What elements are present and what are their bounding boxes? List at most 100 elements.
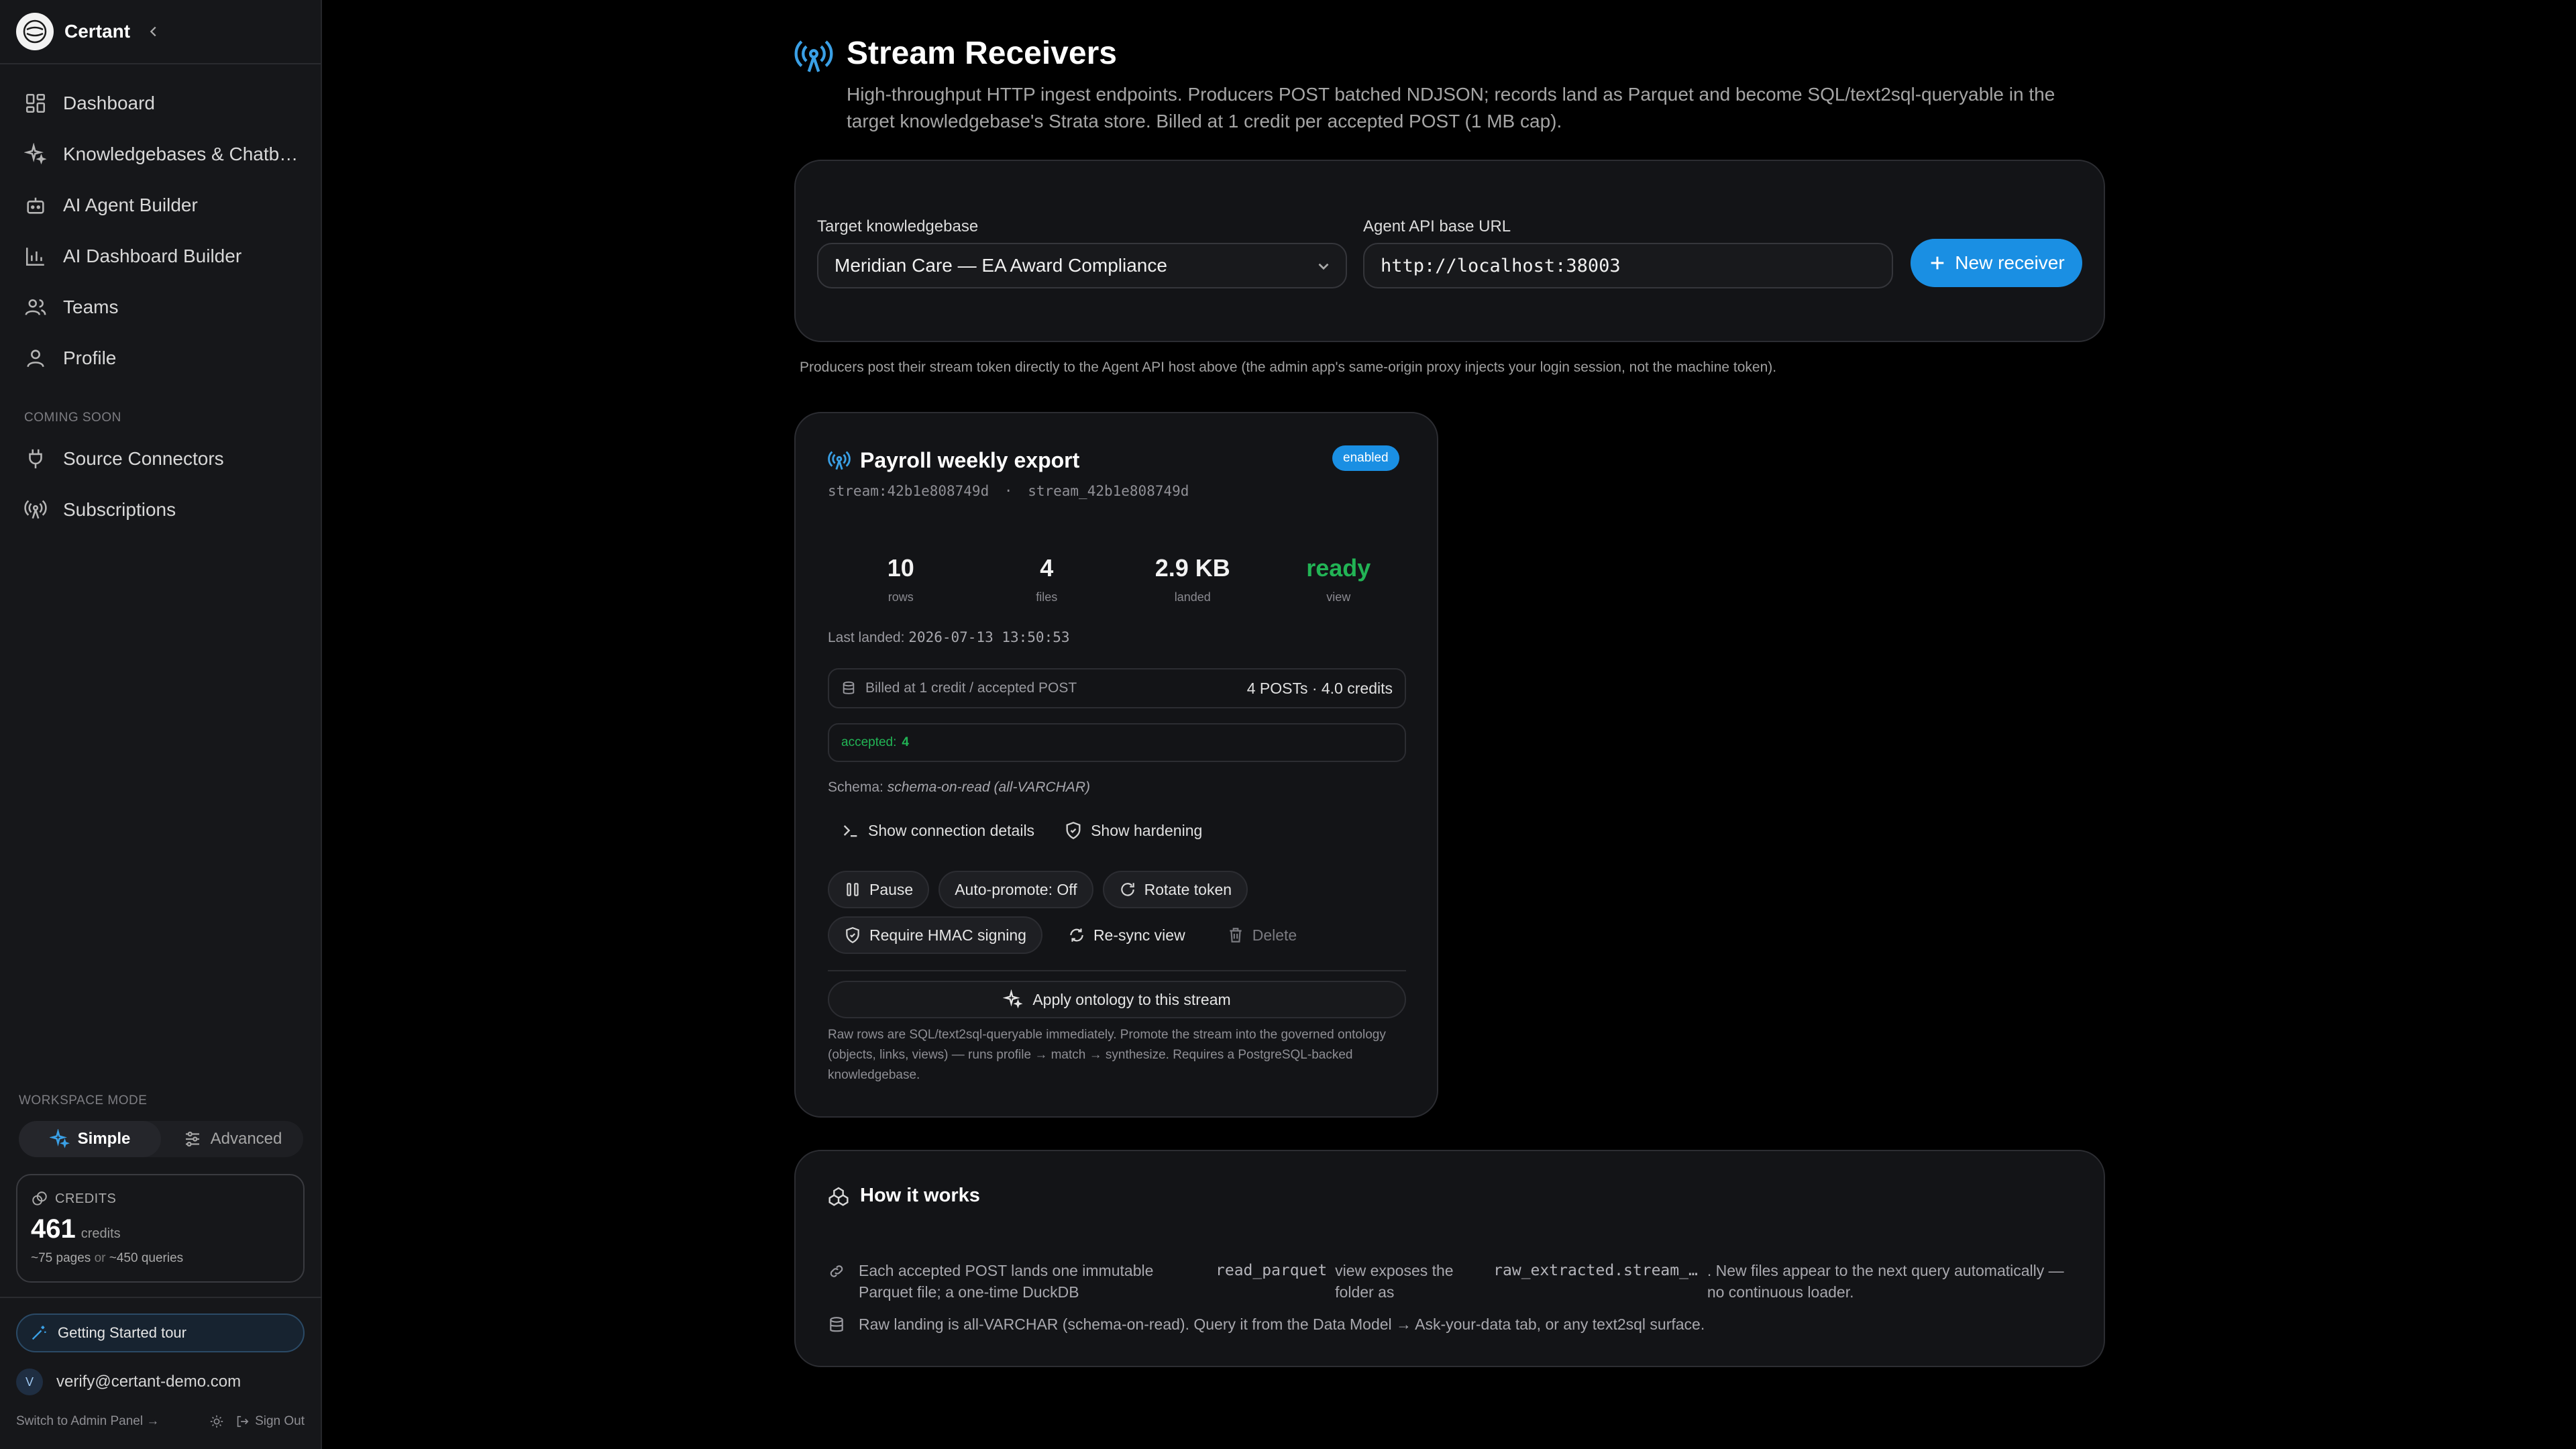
kb-select[interactable]: Meridian Care — EA Award Compliance <box>817 243 1347 288</box>
credits-card: CREDITS 461 credits ~75 pages or ~450 que… <box>16 1174 305 1283</box>
billing-label: Billed at 1 credit / accepted POST <box>865 680 1077 696</box>
api-url-value: http://localhost:38003 <box>1381 255 1621 276</box>
receiver-ids: stream:42b1e808749d · stream_42b1e808749… <box>828 483 1189 499</box>
sidebar-item-profile[interactable]: Profile <box>0 333 321 384</box>
sliders-icon <box>185 1131 199 1147</box>
broadcast-icon <box>794 40 833 72</box>
brand-logo <box>16 13 54 50</box>
how-row-1-text-c: . New files appear to the next query aut… <box>1707 1262 2064 1301</box>
require-hmac-button[interactable]: Require HMAC signing <box>828 916 1042 954</box>
auto-promote-toggle[interactable]: Auto-promote: Off <box>938 871 1093 908</box>
show-hardening-link[interactable]: Show hardening <box>1064 821 1202 840</box>
require-hmac-label: Require HMAC signing <box>869 926 1026 944</box>
how-it-works-title: How it works <box>860 1185 980 1206</box>
brand-name: Certant <box>64 21 131 42</box>
refresh-icon <box>1070 928 1083 942</box>
sidebar-item-teams[interactable]: Teams <box>0 282 321 333</box>
broadcast-icon <box>828 450 851 470</box>
broadcast-icon <box>24 500 47 519</box>
bar-chart-icon <box>25 248 44 266</box>
receiver-title: Payroll weekly export <box>860 448 1080 472</box>
kb-select-value: Meridian Care — EA Award Compliance <box>835 255 1167 276</box>
mode-simple-button[interactable]: Simple <box>19 1121 161 1157</box>
show-connection-details-link[interactable]: Show connection details <box>828 821 1034 840</box>
sidebar-divider <box>0 1297 322 1298</box>
auto-promote-label: Auto-promote: Off <box>955 880 1077 898</box>
stat-value: 10 <box>887 554 914 582</box>
sidebar-nav: Dashboard Knowledgebases & Chatb… AI Age… <box>0 64 321 535</box>
how-row-1-text-a: Each accepted POST lands one immutable P… <box>859 1262 1154 1301</box>
new-receiver-label: New receiver <box>1955 252 2065 273</box>
page-description: High-throughput HTTP ingest endpoints. P… <box>847 84 2055 131</box>
sidebar: Certant Dashboard Knowledgebases & Chatb… <box>0 0 322 1449</box>
apply-ontology-label: Apply ontology to this stream <box>1032 990 1231 1008</box>
billing-row: Billed at 1 credit / accepted POST 4 POS… <box>828 668 1406 708</box>
pause-button[interactable]: Pause <box>828 871 930 908</box>
shield-icon <box>1066 822 1081 839</box>
sidebar-item-dashboard-builder[interactable]: AI Dashboard Builder <box>0 231 321 282</box>
credits-pages: ~75 pages <box>31 1251 91 1265</box>
stat-files: 4 files <box>974 554 1120 604</box>
page-title: Stream Receivers <box>847 36 1117 71</box>
sun-icon[interactable] <box>209 1414 224 1429</box>
sidebar-item-agent-builder[interactable]: AI Agent Builder <box>0 180 321 231</box>
how-row-1-code-2: raw_extracted.stream_… <box>1493 1262 1698 1279</box>
how-row-1: Each accepted POST lands one immutable P… <box>828 1260 2070 1303</box>
database-icon <box>843 681 855 694</box>
apply-ontology-button[interactable]: Apply ontology to this stream <box>828 981 1406 1018</box>
sidebar-item-dashboard[interactable]: Dashboard <box>0 78 321 129</box>
delete-button[interactable]: Delete <box>1211 916 1313 954</box>
sign-out-button[interactable]: Sign Out <box>255 1414 305 1429</box>
database-icon <box>830 1317 843 1332</box>
how-row-2: Raw landing is all-VARCHAR (schema-on-re… <box>828 1313 1705 1335</box>
credits-value: 461 <box>31 1214 76 1244</box>
robot-icon <box>27 197 44 214</box>
api-url-input[interactable]: http://localhost:38003 <box>1363 243 1893 288</box>
switch-admin-link[interactable]: Switch to Admin Panel → <box>16 1414 159 1429</box>
delete-label: Delete <box>1252 926 1297 944</box>
sidebar-item-knowledgebases[interactable]: Knowledgebases & Chatb… <box>0 129 321 180</box>
last-landed: Last landed: 2026-07-13 13:50:53 <box>828 629 1070 646</box>
how-it-works-card: How it works Each accepted POST lands on… <box>794 1150 2105 1367</box>
sidebar-brand: Certant <box>0 0 321 64</box>
credits-unit: credits <box>80 1226 121 1241</box>
dashboard-icon <box>25 93 46 113</box>
mode-advanced-label: Advanced <box>210 1130 282 1148</box>
receiver-stats: 10 rows 4 files 2.9 KB landed ready view <box>828 554 1411 604</box>
sidebar-item-source-connectors[interactable]: Source Connectors <box>0 433 321 484</box>
users-icon <box>25 299 46 315</box>
stat-label: view <box>1326 590 1351 604</box>
status-badge: enabled <box>1332 445 1399 471</box>
sidebar-item-subscriptions[interactable]: Subscriptions <box>0 484 321 535</box>
collapse-sidebar-icon[interactable] <box>146 24 161 39</box>
rotate-token-button[interactable]: Rotate token <box>1102 871 1248 908</box>
plug-icon <box>29 449 42 469</box>
mode-simple-label: Simple <box>77 1130 131 1148</box>
sidebar-footer: Switch to Admin Panel → Sign Out <box>16 1414 305 1429</box>
sign-out-icon <box>237 1415 249 1428</box>
accepted-row: accepted: 4 <box>828 723 1406 762</box>
getting-started-tour-button[interactable]: Getting Started tour <box>16 1313 305 1352</box>
sidebar-item-label: AI Dashboard Builder <box>63 246 242 266</box>
sparkle-icon <box>24 143 47 165</box>
trash-icon <box>1230 928 1242 943</box>
how-row-1-text-b: view exposes the folder as <box>1335 1262 1454 1301</box>
credits-queries: ~450 queries <box>109 1251 184 1265</box>
user-row[interactable]: V verify@certant-demo.com <box>16 1368 241 1395</box>
receiver-card: Payroll weekly export enabled stream:42b… <box>794 412 1438 1118</box>
chevron-down-icon <box>1318 263 1329 270</box>
how-row-1-code-1: read_parquet <box>1216 1262 1328 1279</box>
resync-view-button[interactable]: Re-sync view <box>1052 916 1201 954</box>
pause-label: Pause <box>869 880 914 898</box>
coins-icon <box>32 1191 47 1205</box>
action-row-1: Pause Auto-promote: Off Rotate token <box>828 871 1257 908</box>
tour-label: Getting Started tour <box>58 1324 186 1341</box>
terminal-icon <box>843 825 857 837</box>
mode-advanced-button[interactable]: Advanced <box>161 1121 303 1157</box>
stat-label: rows <box>888 590 914 604</box>
sidebar-item-label: Profile <box>63 347 117 368</box>
new-receiver-button[interactable]: New receiver <box>1911 239 2082 287</box>
rotate-token-label: Rotate token <box>1144 880 1232 898</box>
action-row-2: Require HMAC signing Re-sync view Delete <box>828 916 1322 954</box>
coming-soon-label: COMING SOON <box>24 411 121 425</box>
